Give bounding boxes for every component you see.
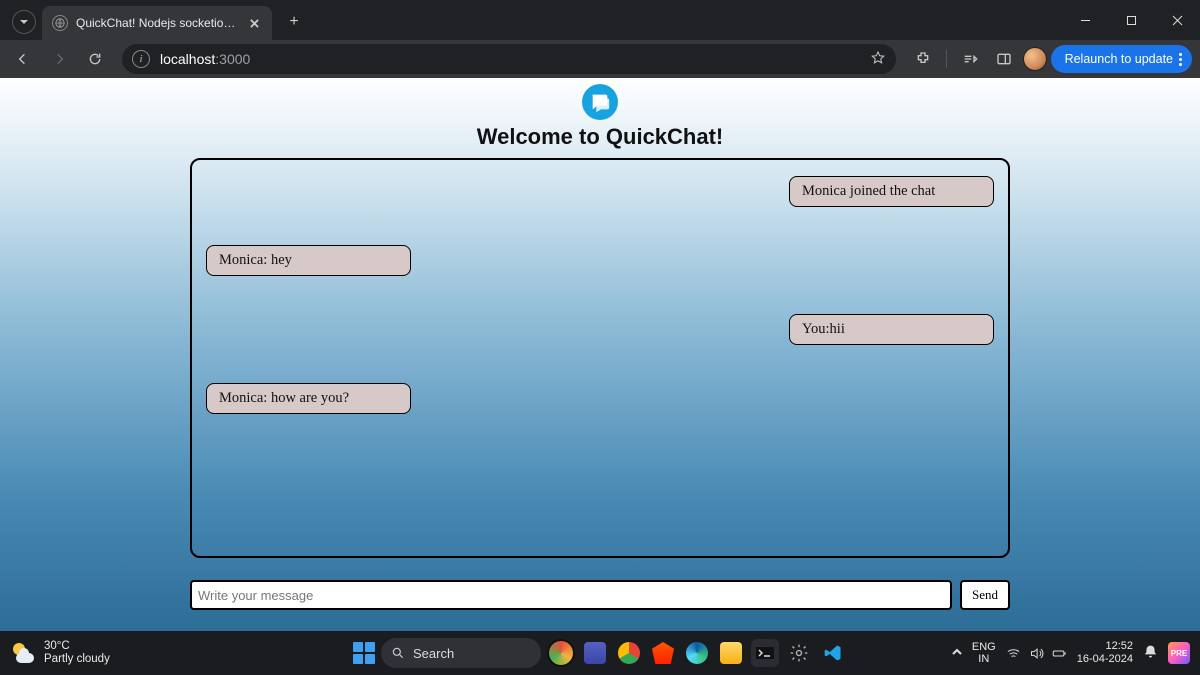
windows-taskbar: 30°C Partly cloudy Search ENG IN xyxy=(0,631,1200,675)
browser-toolbar: i localhost:3000 Relaunch to update xyxy=(0,40,1200,78)
relaunch-label: Relaunch to update xyxy=(1065,52,1173,66)
page-viewport: Welcome to QuickChat! Monica joined the … xyxy=(0,78,1200,631)
taskbar-app-brave[interactable] xyxy=(649,639,677,667)
browser-titlebar: QuickChat! Nodejs socketio ch… + xyxy=(0,0,1200,40)
new-tab-button[interactable]: + xyxy=(280,8,308,36)
taskbar-app-settings[interactable] xyxy=(785,639,813,667)
profile-avatar[interactable] xyxy=(1023,47,1047,71)
media-control-icon[interactable] xyxy=(955,44,985,74)
start-button[interactable] xyxy=(353,642,375,664)
taskbar-app-teams[interactable] xyxy=(581,639,609,667)
window-minimize-button[interactable] xyxy=(1062,0,1108,40)
taskbar-app-terminal[interactable] xyxy=(751,639,779,667)
taskbar-app-edge[interactable] xyxy=(683,639,711,667)
notifications-button[interactable] xyxy=(1143,644,1158,662)
weather-icon xyxy=(10,640,36,666)
tray-overflow-button[interactable] xyxy=(952,647,962,660)
site-info-icon[interactable]: i xyxy=(132,50,150,68)
wifi-icon xyxy=(1006,646,1021,661)
tab-search-button[interactable] xyxy=(12,10,36,34)
relaunch-update-button[interactable]: Relaunch to update xyxy=(1051,45,1192,73)
browser-tab[interactable]: QuickChat! Nodejs socketio ch… xyxy=(42,6,272,40)
chat-message-row: You:hii xyxy=(206,314,994,345)
back-button[interactable] xyxy=(8,44,38,74)
app-logo-icon xyxy=(582,84,618,120)
battery-icon xyxy=(1052,646,1067,661)
bookmark-star-icon[interactable] xyxy=(870,50,886,69)
chat-container: Monica joined the chat Monica: hey You:h… xyxy=(190,158,1010,558)
volume-icon xyxy=(1029,646,1044,661)
window-controls xyxy=(1062,0,1200,40)
weather-desc: Partly cloudy xyxy=(44,653,110,666)
window-maximize-button[interactable] xyxy=(1108,0,1154,40)
system-icons[interactable] xyxy=(1006,646,1067,661)
weather-temp: 30°C xyxy=(44,640,110,653)
tab-close-button[interactable] xyxy=(246,15,262,31)
taskbar-app-vscode[interactable] xyxy=(819,639,847,667)
chat-message-row: Monica joined the chat xyxy=(206,176,994,207)
language-indicator[interactable]: ENG IN xyxy=(972,641,996,665)
chat-bubble: Monica joined the chat xyxy=(789,176,994,207)
address-bar[interactable]: i localhost:3000 xyxy=(122,44,896,74)
tab-title: QuickChat! Nodejs socketio ch… xyxy=(76,16,238,30)
menu-dots-icon xyxy=(1179,53,1182,66)
url-text: localhost:3000 xyxy=(160,51,860,67)
taskbar-search[interactable]: Search xyxy=(381,638,541,668)
clock-date: 16-04-2024 xyxy=(1077,653,1133,666)
window-close-button[interactable] xyxy=(1154,0,1200,40)
chat-bubble: Monica: hey xyxy=(206,245,411,276)
extensions-icon[interactable] xyxy=(908,44,938,74)
chat-message-row: Monica: hey xyxy=(206,245,994,276)
chat-bubble: Monica: how are you? xyxy=(206,383,411,414)
search-placeholder: Search xyxy=(413,646,454,661)
sidepanel-icon[interactable] xyxy=(989,44,1019,74)
clock[interactable]: 12:52 16-04-2024 xyxy=(1077,640,1133,665)
reload-button[interactable] xyxy=(80,44,110,74)
taskbar-app-explorer[interactable] xyxy=(717,639,745,667)
message-input[interactable] xyxy=(190,580,952,610)
compose-bar: Send xyxy=(190,580,1010,610)
globe-icon xyxy=(52,15,68,31)
weather-widget[interactable]: 30°C Partly cloudy xyxy=(10,640,110,666)
toolbar-divider xyxy=(946,50,947,68)
chat-message-row: Monica: how are you? xyxy=(206,383,994,414)
taskbar-app-chrome[interactable] xyxy=(615,639,643,667)
forward-button[interactable] xyxy=(44,44,74,74)
taskbar-center: Search xyxy=(353,638,847,668)
search-highlight-icon[interactable] xyxy=(547,639,575,667)
clock-time: 12:52 xyxy=(1077,640,1133,653)
chat-bubble: You:hii xyxy=(789,314,994,345)
taskbar-right: ENG IN 12:52 16-04-2024 PRE xyxy=(952,640,1190,665)
send-button[interactable]: Send xyxy=(960,580,1010,610)
pre-badge[interactable]: PRE xyxy=(1168,642,1190,664)
page-title: Welcome to QuickChat! xyxy=(477,124,724,150)
